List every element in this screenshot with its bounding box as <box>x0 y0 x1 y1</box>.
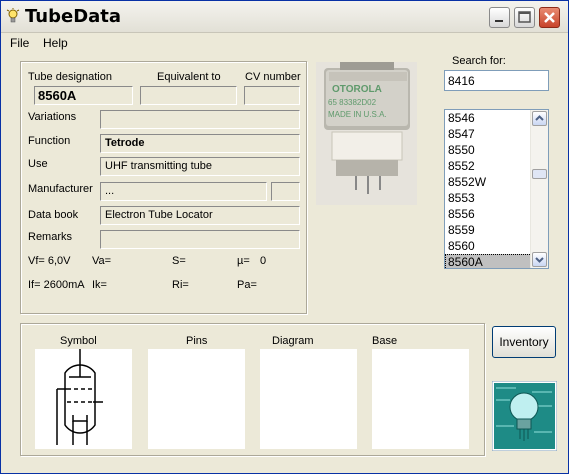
maximize-button[interactable] <box>514 7 535 28</box>
param-mu: µ= <box>237 255 250 267</box>
base-label: Base <box>372 335 398 347</box>
function-field[interactable]: Tetrode <box>100 134 300 153</box>
tube-photo: OTOROLA 65 83382D02 MADE IN U.S.A. <box>316 62 417 205</box>
param-va: Va= <box>92 255 112 267</box>
param-ri: Ri= <box>172 279 189 291</box>
base-panel <box>372 349 469 449</box>
menu-bar: File Help <box>1 33 568 53</box>
manufacturer-label: Manufacturer <box>28 183 93 195</box>
tube-designation-field[interactable]: 8560A <box>34 86 133 105</box>
param-pa: Pa= <box>237 279 257 291</box>
tube-designation-label: Tube designation <box>28 71 112 83</box>
param-vf: Vf= 6,0V <box>28 255 71 267</box>
list-scrollbar[interactable] <box>530 110 548 268</box>
equivalent-field[interactable] <box>140 86 237 105</box>
symbol-panel <box>35 349 132 449</box>
menu-file[interactable]: File <box>10 36 29 50</box>
param-if: If= 2600mA <box>28 279 85 291</box>
search-input[interactable] <box>444 70 549 91</box>
scroll-up-button[interactable] <box>532 111 547 126</box>
close-button[interactable] <box>539 7 560 28</box>
manufacturer-extra-field[interactable] <box>271 182 300 201</box>
manufacturer-field[interactable]: ... <box>100 182 267 201</box>
search-label: Search for: <box>452 55 506 67</box>
databook-label: Data book <box>28 209 79 221</box>
chevron-down-icon <box>535 257 544 263</box>
variations-label: Variations <box>28 111 77 123</box>
variations-field[interactable] <box>100 110 300 129</box>
databook-field[interactable]: Electron Tube Locator <box>100 206 300 225</box>
cv-number-label: CV number <box>245 71 301 83</box>
minimize-button[interactable] <box>489 7 510 28</box>
cv-number-field[interactable] <box>244 86 300 105</box>
remarks-field[interactable] <box>100 230 300 249</box>
param-ik: Ik= <box>92 279 107 291</box>
diagram-label: Diagram <box>272 335 314 347</box>
use-label: Use <box>28 158 48 170</box>
tube-symbol-icon <box>56 349 103 445</box>
photo-text-part: 65 83382D02 <box>328 98 377 107</box>
function-label: Function <box>28 135 71 147</box>
title-bar[interactable]: TubeData <box>1 1 568 33</box>
close-icon <box>544 12 555 23</box>
lightbulb-icon <box>6 8 20 23</box>
use-field[interactable]: UHF transmitting tube <box>100 157 300 176</box>
remarks-label: Remarks <box>28 231 73 243</box>
scroll-thumb[interactable] <box>532 169 547 179</box>
symbol-label: Symbol <box>60 335 97 347</box>
inventory-button[interactable]: Inventory <box>492 326 556 358</box>
diagram-panel <box>260 349 357 449</box>
tube-logo-icon <box>492 381 557 451</box>
window-title: TubeData <box>25 6 122 27</box>
app-window: TubeData File Help Tube designation Equi… <box>0 0 569 474</box>
pins-panel <box>148 349 245 449</box>
photo-text-brand: OTOROLA <box>332 84 382 95</box>
menu-help[interactable]: Help <box>43 36 68 50</box>
minimize-icon <box>495 20 503 22</box>
param-s: S= <box>172 255 186 267</box>
pins-label: Pins <box>186 335 208 347</box>
equivalent-label: Equivalent to <box>157 71 221 83</box>
scroll-down-button[interactable] <box>532 252 547 267</box>
param-mu-value: 0 <box>260 255 267 267</box>
tube-list[interactable]: 8546 8547 8550 8552 8552W 8553 8556 8559 8560 856… <box>444 109 549 269</box>
photo-text-origin: MADE IN U.S.A. <box>328 110 387 119</box>
maximize-icon <box>518 11 531 23</box>
chevron-up-icon <box>535 115 544 121</box>
